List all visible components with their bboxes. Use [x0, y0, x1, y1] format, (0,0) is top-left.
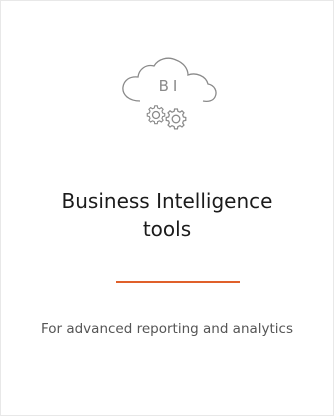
card-description: For advanced reporting and analytics — [40, 321, 294, 337]
card-title-line-1: Business Intelligence — [61, 189, 273, 213]
card-title: Business Intelligence tools — [1, 187, 333, 243]
bi-tools-card: BI Business Intelligence tools For advan… — [0, 0, 334, 416]
cloud-gear-icon: BI — [118, 57, 220, 131]
accent-divider — [116, 281, 240, 283]
icon-label: BI — [159, 77, 182, 95]
card-title-line-2: tools — [142, 217, 192, 241]
